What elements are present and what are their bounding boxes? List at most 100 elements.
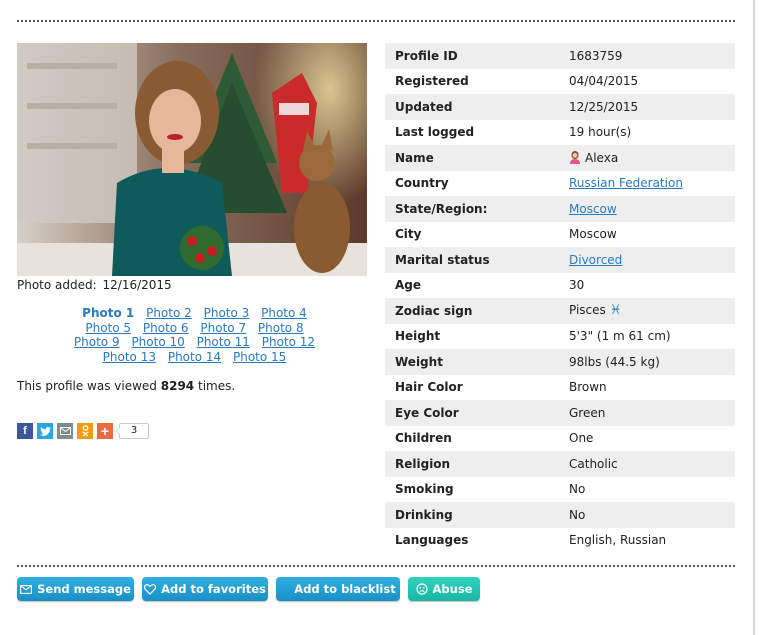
photo-link-3[interactable]: Photo 3	[204, 306, 250, 320]
profile-field-value: Alexa	[559, 145, 735, 171]
photo-link-11[interactable]: Photo 11	[197, 335, 250, 349]
profile-link-marital-status[interactable]: Divorced	[569, 253, 622, 267]
profile-row-state-region: State/Region: Moscow	[385, 196, 735, 222]
profile-field-label: Country	[395, 176, 449, 191]
profile-field-label: Last logged	[395, 125, 475, 140]
photo-link-5[interactable]: Photo 5	[85, 321, 131, 335]
share-bar: f + 3	[17, 423, 149, 439]
photo-added-label: Photo added:	[17, 278, 97, 292]
profile-field-value: Moscow	[559, 196, 735, 222]
female-user-icon	[569, 150, 581, 164]
profile-link-country[interactable]: Russian Federation	[569, 176, 683, 190]
add-to-favorites-button[interactable]: Add to favorites	[142, 577, 268, 601]
envelope-icon	[20, 584, 33, 594]
profile-field-value: 19 hour(s)	[559, 120, 735, 146]
profile-row-eye-color: Eye Color Green	[385, 400, 735, 426]
photo-link-9[interactable]: Photo 9	[74, 335, 120, 349]
profile-field-label: Updated	[395, 99, 453, 114]
profile-field-label: Eye Color	[395, 405, 459, 420]
profile-field-label: Weight	[395, 354, 443, 369]
profile-field-value: 30	[559, 273, 735, 299]
photo-link-2[interactable]: Photo 2	[146, 306, 192, 320]
photo-link-4[interactable]: Photo 4	[261, 306, 307, 320]
profile-row-zodiac-sign: Zodiac sign Pisces ♓	[385, 298, 735, 324]
profile-field-label: Children	[395, 431, 452, 446]
send-message-button[interactable]: Send message	[17, 577, 134, 601]
photo-links-row: Photo 13 Photo 14 Photo 15	[17, 350, 372, 365]
profile-field-label: Registered	[395, 74, 469, 89]
add-to-favorites-label: Add to favorites	[161, 582, 266, 596]
profile-value-text: Pisces	[569, 303, 606, 318]
profile-row-hair-color: Hair Color Brown	[385, 375, 735, 401]
photo-added-caption: Photo added: 12/16/2015	[17, 278, 172, 292]
profile-value-text: 30	[569, 278, 585, 293]
share-count: 3	[115, 423, 149, 439]
profile-row-last-logged: Last logged 19 hour(s)	[385, 120, 735, 146]
profile-value-text: 04/04/2015	[569, 74, 639, 89]
profile-field-label: State/Region:	[395, 201, 488, 216]
photo-link-13[interactable]: Photo 13	[103, 350, 156, 364]
profile-field-label: Profile ID	[395, 48, 458, 63]
photo-link-7[interactable]: Photo 7	[200, 321, 246, 335]
photo-links: Photo 1 Photo 2 Photo 3 Photo 4 Photo 5 …	[17, 306, 372, 364]
profile-row-smoking: Smoking No	[385, 477, 735, 503]
profile-row-weight: Weight 98lbs (44.5 kg)	[385, 349, 735, 375]
profile-field-value: Catholic	[559, 451, 735, 477]
profile-row-religion: Religion Catholic	[385, 451, 735, 477]
profile-field-label: Age	[395, 278, 422, 293]
page-right-border	[753, 0, 755, 635]
profile-field-label: Religion	[395, 456, 451, 471]
facebook-icon[interactable]: f	[17, 423, 33, 439]
profile-link-state-region[interactable]: Moscow	[569, 202, 617, 216]
profile-row-children: Children One	[385, 426, 735, 452]
photo-link-1[interactable]: Photo 1	[82, 306, 134, 320]
profile-view-count: This profile was viewed 8294 times.	[17, 379, 235, 393]
email-icon[interactable]	[57, 423, 73, 439]
profile-photo[interactable]	[17, 43, 367, 276]
views-suffix: times.	[197, 379, 236, 393]
profile-field-value: One	[559, 426, 735, 452]
profile-value-text: No	[569, 482, 586, 497]
profile-details-table: Profile ID 1683759 Registered 04/04/2015 Upd…	[385, 43, 735, 553]
heart-icon	[144, 583, 157, 595]
send-message-label: Send message	[37, 582, 131, 596]
profile-field-label: Marital status	[395, 252, 490, 267]
photo-link-12[interactable]: Photo 12	[262, 335, 315, 349]
photo-link-15[interactable]: Photo 15	[233, 350, 286, 364]
profile-value-text: Catholic	[569, 456, 618, 471]
profile-value-text: Brown	[569, 380, 607, 395]
profile-field-value: 5'3" (1 m 61 cm)	[559, 324, 735, 350]
profile-row-name: Name Alexa	[385, 145, 735, 171]
profile-row-country: Country Russian Federation	[385, 171, 735, 197]
profile-row-languages: Languages English, Russian	[385, 528, 735, 554]
photo-link-10[interactable]: Photo 10	[131, 335, 184, 349]
profile-row-age: Age 30	[385, 273, 735, 299]
more-icon[interactable]: +	[97, 423, 113, 439]
photo-link-6[interactable]: Photo 6	[143, 321, 189, 335]
profile-field-label: Zodiac sign	[395, 303, 473, 318]
twitter-icon[interactable]	[37, 423, 53, 439]
profile-field-value: 12/25/2015	[559, 94, 735, 120]
top-divider	[17, 20, 735, 22]
profile-value-text: 5'3" (1 m 61 cm)	[569, 329, 671, 344]
profile-row-updated: Updated 12/25/2015	[385, 94, 735, 120]
profile-value-text: Alexa	[585, 150, 619, 165]
profile-field-label: Hair Color	[395, 380, 463, 395]
photo-link-8[interactable]: Photo 8	[258, 321, 304, 335]
profile-field-value: No	[559, 477, 735, 503]
profile-field-value: Brown	[559, 375, 735, 401]
profile-value-text: 1683759	[569, 48, 623, 63]
photo-links-row: Photo 5 Photo 6 Photo 7 Photo 8	[17, 321, 372, 336]
photo-links-row: Photo 1 Photo 2 Photo 3 Photo 4	[17, 306, 372, 321]
profile-field-label: Drinking	[395, 507, 453, 522]
photo-link-14[interactable]: Photo 14	[168, 350, 221, 364]
profile-field-value: Green	[559, 400, 735, 426]
profile-value-text: Green	[569, 405, 606, 420]
profile-row-city: City Moscow	[385, 222, 735, 248]
profile-value-text: Moscow	[569, 227, 617, 242]
profile-field-label: Name	[395, 150, 434, 165]
add-to-blacklist-button[interactable]: Add to blacklist	[276, 577, 400, 601]
profile-field-value: Divorced	[559, 247, 735, 273]
abuse-button[interactable]: Abuse	[408, 577, 480, 601]
odnoklassniki-icon[interactable]	[77, 423, 93, 439]
